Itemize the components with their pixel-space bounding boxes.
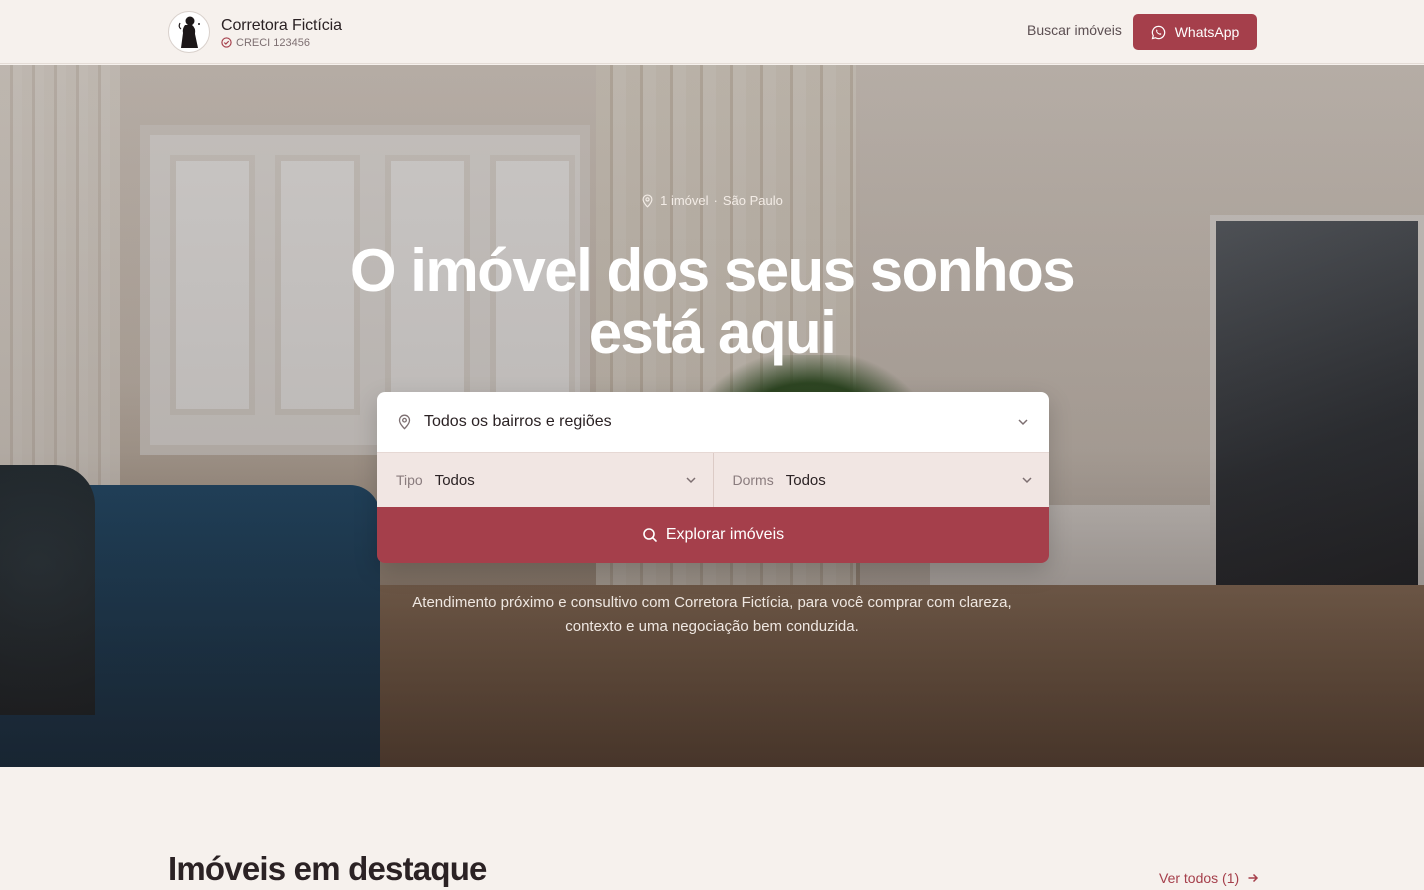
chevron-down-icon	[1022, 477, 1032, 484]
see-all-link[interactable]: Ver todos (1)	[1159, 870, 1259, 886]
brand-name: Corretora Fictícia	[221, 16, 342, 34]
woman-silhouette-logo-icon	[178, 16, 200, 48]
featured-title: Imóveis em destaque	[168, 850, 487, 887]
see-all-label: Ver todos (1)	[1159, 870, 1240, 886]
explore-label: Explorar imóveis	[665, 526, 785, 543]
creci-badge: CRECI 123456	[221, 37, 342, 49]
search-card: Todos os bairros e regiões Tipo Todos Do…	[377, 392, 1049, 563]
region-select[interactable]: Todos os bairros e regiões	[377, 392, 1049, 452]
search-icon	[643, 528, 657, 542]
brand[interactable]: Corretora Fictícia CRECI 123456	[168, 11, 342, 53]
listing-count: 1 imóvel	[660, 193, 709, 208]
hero-title-line1: O imóvel dos seus sonhos	[349, 237, 1076, 304]
region-select-value: Todos os bairros e regiões	[424, 413, 612, 430]
arrow-right-icon	[1248, 873, 1259, 883]
meta-separator: ·	[713, 193, 718, 208]
creci-number: CRECI 123456	[236, 36, 310, 49]
bedrooms-caption: Dorms	[732, 472, 774, 488]
type-value: Todos	[434, 471, 475, 489]
chevron-down-icon	[685, 477, 696, 484]
bedrooms-select[interactable]: Dorms Todos	[712, 453, 1050, 507]
hero-title-line2: está aqui	[588, 299, 837, 366]
listing-city: São Paulo	[722, 193, 783, 208]
type-select[interactable]: Tipo Todos	[377, 453, 713, 507]
chevron-down-icon	[1018, 419, 1028, 426]
map-pin-icon	[642, 193, 653, 208]
site-header: Corretora Fictícia CRECI 123456 Buscar i…	[0, 0, 1424, 64]
brand-logo	[168, 11, 210, 53]
nav-search-properties[interactable]: Buscar imóveis	[1027, 22, 1122, 38]
type-caption: Tipo	[396, 472, 423, 488]
hero-listing-meta: 1 imóvel · São Paulo	[0, 193, 1424, 208]
hero-description: Atendimento próximo e consultivo com Cor…	[412, 594, 1012, 635]
whatsapp-button[interactable]: WhatsApp	[1133, 14, 1257, 50]
explore-button[interactable]: Explorar imóveis	[377, 507, 1049, 563]
whatsapp-label: WhatsApp	[1174, 24, 1240, 40]
map-pin-icon	[398, 414, 411, 430]
hero-title: O imóvel dos seus sonhos está aqui	[0, 240, 1424, 364]
whatsapp-icon	[1151, 25, 1165, 39]
filter-row: Tipo Todos Dorms Todos	[377, 452, 1049, 507]
bedrooms-value: Todos	[785, 471, 826, 489]
check-circle-icon	[221, 37, 232, 48]
